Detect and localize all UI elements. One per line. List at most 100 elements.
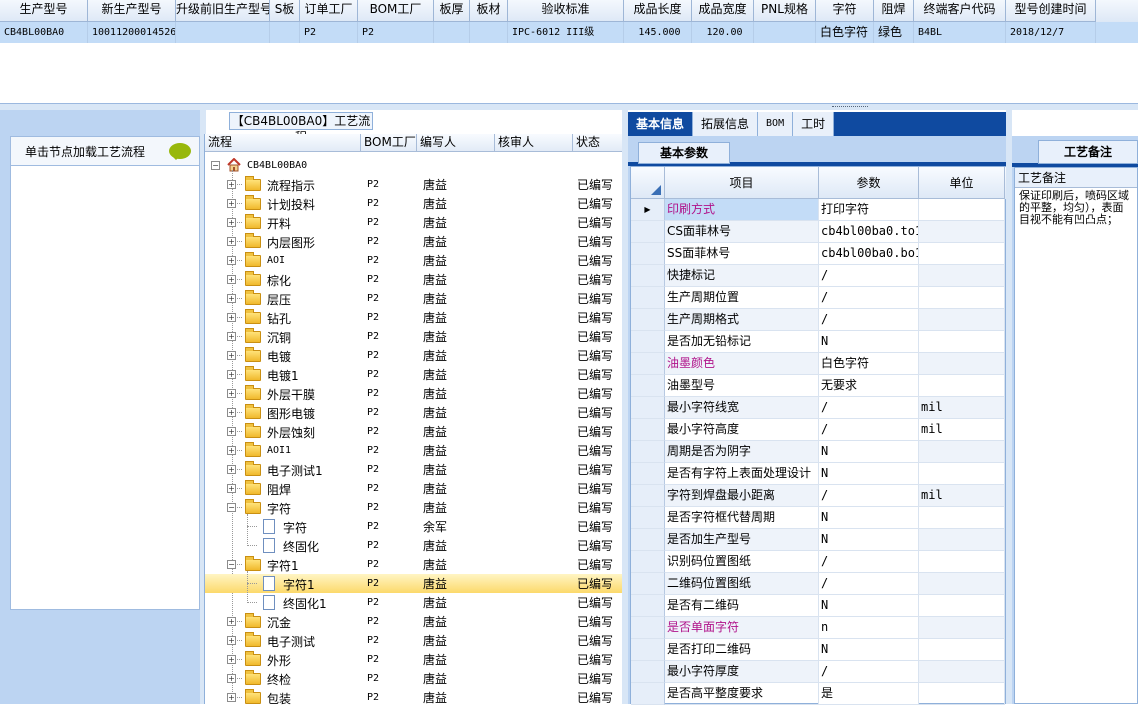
product-col-header[interactable]: 型号创建时间 (1006, 0, 1096, 22)
expand-icon[interactable]: + (227, 370, 236, 379)
param-value[interactable]: / (819, 309, 919, 331)
expand-icon[interactable]: + (227, 313, 236, 322)
expand-icon[interactable]: + (227, 465, 236, 474)
splitter-grip[interactable] (832, 106, 868, 109)
product-col-header[interactable]: 新生产型号 (88, 0, 176, 22)
product-col-header[interactable]: 终端客户代码 (914, 0, 1006, 22)
tree-row[interactable]: + 电子测试1 P2 唐益 已编写 (205, 460, 623, 479)
product-col-header[interactable]: 升级前旧生产型号 (176, 0, 270, 22)
tree-row[interactable]: + 电镀1 P2 唐益 已编写 (205, 365, 623, 384)
param-row[interactable]: 最小字符高度 / mil (631, 419, 1007, 441)
tree-row[interactable]: + 电子测试 P2 唐益 已编写 (205, 631, 623, 650)
tree-row[interactable]: + 外层干膜 P2 唐益 已编写 (205, 384, 623, 403)
param-value[interactable]: N (819, 463, 919, 485)
param-value[interactable]: N (819, 507, 919, 529)
tree-row[interactable]: + AOI1 P2 唐益 已编写 (205, 441, 623, 460)
param-row[interactable]: 快捷标记 / (631, 265, 1007, 287)
tree-row[interactable]: + AOI P2 唐益 已编写 (205, 251, 623, 270)
expand-icon[interactable]: + (227, 256, 236, 265)
tree-row[interactable]: + 棕化 P2 唐益 已编写 (205, 270, 623, 289)
tree-row[interactable]: 字符 P2 余军 已编写 (205, 517, 623, 536)
tree-row[interactable]: + 终检 P2 唐益 已编写 (205, 669, 623, 688)
params-col-header[interactable]: 项目 (665, 167, 819, 199)
tree-row[interactable]: − 字符1 P2 唐益 已编写 (205, 555, 623, 574)
collapse-icon[interactable]: − (227, 503, 236, 512)
expand-icon[interactable]: + (227, 446, 236, 455)
product-col-header[interactable]: 阻焊 (874, 0, 914, 22)
expand-icon[interactable]: + (227, 674, 236, 683)
param-value[interactable]: N (819, 639, 919, 661)
param-value[interactable]: N (819, 441, 919, 463)
expand-icon[interactable]: + (227, 408, 236, 417)
tree-row[interactable]: + 外形 P2 唐益 已编写 (205, 650, 623, 669)
tab-extended[interactable]: 拓展信息 (693, 112, 759, 136)
tree-row[interactable]: 终固化 P2 唐益 已编写 (205, 536, 623, 555)
param-row[interactable]: 识别码位置图纸 / (631, 551, 1007, 573)
tree-row[interactable]: + 包装 P2 唐益 已编写 (205, 688, 623, 707)
param-row[interactable]: 油墨型号 无要求 (631, 375, 1007, 397)
tree-col-header[interactable]: 状态 (573, 134, 623, 152)
expand-icon[interactable]: + (227, 294, 236, 303)
expand-icon[interactable]: + (227, 237, 236, 246)
load-flow-button[interactable]: 单击节点加载工艺流程 (10, 136, 200, 166)
product-col-header[interactable]: BOM工厂 (358, 0, 434, 22)
product-grid-row[interactable]: CB4BL00BA0 10011200014526 P2 P2 IPC-6012 III… (0, 22, 1138, 43)
param-row[interactable]: 是否字符框代替周期 N (631, 507, 1007, 529)
tree-row[interactable]: 终固化1 P2 唐益 已编写 (205, 593, 623, 612)
tree-row[interactable]: + 外层蚀刻 P2 唐益 已编写 (205, 422, 623, 441)
tree-row[interactable]: + 沉金 P2 唐益 已编写 (205, 612, 623, 631)
expand-icon[interactable]: + (227, 655, 236, 664)
param-value[interactable]: / (819, 551, 919, 573)
expand-icon[interactable]: + (227, 351, 236, 360)
param-row[interactable]: CS面菲林号 cb4bl00ba0.to1 (631, 221, 1007, 243)
product-col-header[interactable]: 成品长度 (624, 0, 692, 22)
param-row[interactable]: 二维码位置图纸 / (631, 573, 1007, 595)
tree-col-header[interactable]: 编写人 (417, 134, 495, 152)
expand-icon[interactable]: + (227, 484, 236, 493)
param-value[interactable]: 白色字符 (819, 353, 919, 375)
param-row[interactable]: 周期是否为阴字 N (631, 441, 1007, 463)
tree-row[interactable]: + 内层图形 P2 唐益 已编写 (205, 232, 623, 251)
tree-col-header[interactable]: 核审人 (495, 134, 573, 152)
product-col-header[interactable]: 验收标准 (508, 0, 624, 22)
tree-row[interactable]: + 图形电镀 P2 唐益 已编写 (205, 403, 623, 422)
param-value[interactable]: / (819, 397, 919, 419)
product-col-header[interactable]: 生产型号 (0, 0, 88, 22)
tree-row[interactable]: + 钻孔 P2 唐益 已编写 (205, 308, 623, 327)
param-value[interactable]: / (819, 485, 919, 507)
param-value[interactable]: N (819, 331, 919, 353)
param-value[interactable]: / (819, 287, 919, 309)
tree-col-header[interactable]: 流程 (205, 134, 361, 152)
param-row[interactable]: 是否打印二维码 N (631, 639, 1007, 661)
params-col-header[interactable]: 参数 (819, 167, 919, 199)
expand-icon[interactable]: + (227, 275, 236, 284)
tree-root[interactable]: − CB4BL00BA0 (205, 156, 623, 175)
param-row[interactable]: 是否高平整度要求是 (631, 683, 1007, 705)
param-row[interactable]: 生产周期格式 / (631, 309, 1007, 331)
collapse-icon[interactable]: − (211, 161, 220, 170)
params-col-header[interactable]: 单位 (919, 167, 1005, 199)
product-col-header[interactable]: PNL规格 (754, 0, 816, 22)
param-value[interactable]: cb4bl00ba0.to1 (819, 221, 919, 243)
product-col-header[interactable]: 板厚 (434, 0, 470, 22)
param-value[interactable]: cb4bl00ba0.bo1 (819, 243, 919, 265)
expand-icon[interactable]: + (227, 636, 236, 645)
expand-icon[interactable]: + (227, 332, 236, 341)
tree-row[interactable]: − 字符 P2 唐益 已编写 (205, 498, 623, 517)
tab-basic-params[interactable]: 基本参数 (638, 142, 730, 164)
param-value[interactable]: N (819, 529, 919, 551)
expand-icon[interactable]: + (227, 218, 236, 227)
expand-icon[interactable]: + (227, 180, 236, 189)
tree-row[interactable]: + 计划投料 P2 唐益 已编写 (205, 194, 623, 213)
param-row[interactable]: 生产周期位置 / (631, 287, 1007, 309)
param-row[interactable]: 是否单面字符 n (631, 617, 1007, 639)
param-row[interactable]: 最小字符厚度 / (631, 661, 1007, 683)
product-col-header[interactable]: 字符 (816, 0, 874, 22)
product-col-header[interactable]: 订单工厂 (300, 0, 358, 22)
expand-icon[interactable]: + (227, 389, 236, 398)
tree-row[interactable]: + 电镀 P2 唐益 已编写 (205, 346, 623, 365)
param-value[interactable]: / (819, 265, 919, 287)
param-value[interactable]: / (819, 661, 919, 683)
product-col-header[interactable]: 板材 (470, 0, 508, 22)
tab-basic[interactable]: 基本信息 (628, 112, 694, 136)
